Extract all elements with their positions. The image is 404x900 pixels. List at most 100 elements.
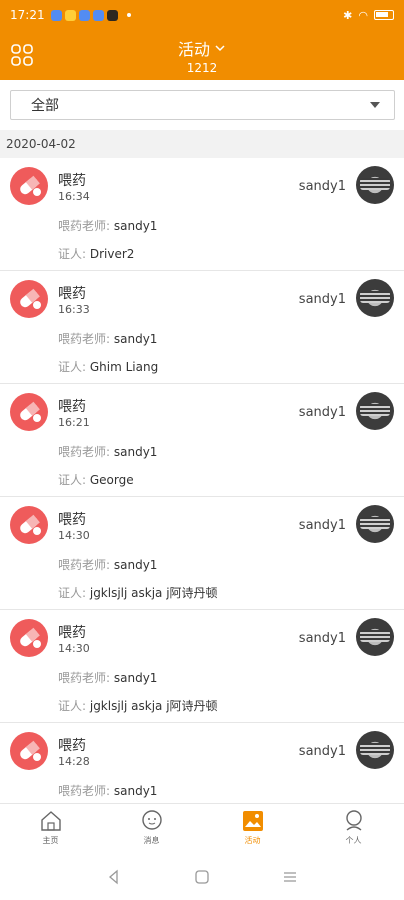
entry-time: 16:34 [58, 190, 90, 203]
tab-profile-label: 个人 [345, 836, 362, 845]
avatar[interactable] [356, 166, 394, 204]
tab-activity-label: 活动 [244, 836, 261, 845]
app-notification-icon [64, 9, 76, 21]
app-notification-icon [92, 9, 104, 21]
teacher-label: 喂药老师: [58, 445, 114, 459]
entry-user-name: sandy1 [298, 631, 346, 646]
avatar[interactable] [356, 505, 394, 543]
tab-messages[interactable]: 消息 [101, 804, 202, 853]
avatar[interactable] [356, 618, 394, 656]
recent-apps-icon[interactable] [281, 868, 299, 886]
teacher-value: sandy1 [113, 445, 158, 459]
app-notification-icon [78, 9, 90, 21]
tab-home[interactable]: 主页 [0, 804, 101, 853]
witness-value: jgklsjlj askja j阿诗丹顿 [89, 586, 218, 600]
dropdown-caret-icon [370, 102, 380, 108]
medicine-pill-icon [10, 619, 48, 657]
witness-line: 证人: Ghim Liang [58, 358, 158, 375]
teacher-line: 喂药老师: sandy1 [58, 782, 157, 799]
bottom-tab-bar: 主页 消息 活动 个人 [0, 803, 404, 853]
entry-user-name: sandy1 [298, 179, 346, 194]
entry-title: 喂药 [58, 286, 86, 302]
entry-time: 14:30 [58, 529, 90, 542]
filter-select[interactable]: 全部 [10, 90, 395, 120]
avatar[interactable] [356, 392, 394, 430]
list-item[interactable]: 喂药 14:28 sandy1 喂药老师: sandy1 [0, 723, 404, 803]
teacher-line: 喂药老师: sandy1 [58, 443, 157, 460]
entry-title: 喂药 [58, 738, 86, 754]
message-icon [141, 810, 162, 830]
tab-home-label: 主页 [42, 836, 59, 845]
list-item[interactable]: 喂药 16:34 sandy1 喂药老师: sandy1 证人: Driver2 [0, 158, 404, 271]
profile-icon [345, 810, 362, 831]
battery-icon [374, 10, 394, 20]
witness-value: George [89, 473, 134, 487]
page-title: 活动 [177, 40, 210, 59]
witness-label: 证人: [58, 699, 90, 713]
witness-line: 证人: Driver2 [58, 245, 134, 262]
teacher-label: 喂药老师: [58, 558, 114, 572]
teacher-line: 喂药老师: sandy1 [58, 669, 157, 686]
entry-title: 喂药 [58, 512, 86, 528]
teacher-value: sandy1 [113, 784, 158, 798]
home-button-icon[interactable] [193, 868, 211, 886]
date-header: 2020-04-02 [0, 130, 404, 158]
filter-selected-value: 全部 [31, 98, 59, 114]
teacher-value: sandy1 [113, 558, 158, 572]
header-title-area[interactable]: 活动 1212 [0, 36, 404, 75]
avatar[interactable] [356, 731, 394, 769]
bluetooth-icon: ✱ [343, 8, 353, 22]
witness-line: 证人: jgklsjlj askja j阿诗丹顿 [58, 697, 218, 714]
witness-value: jgklsjlj askja j阿诗丹顿 [89, 699, 218, 713]
teacher-label: 喂药老师: [58, 332, 114, 346]
medicine-pill-icon [10, 280, 48, 318]
medicine-pill-icon [10, 732, 48, 770]
avatar[interactable] [356, 279, 394, 317]
wifi-icon: ◠ [358, 8, 368, 22]
system-indicators: ✱ ◠ [343, 9, 394, 22]
entry-user-name: sandy1 [298, 518, 346, 533]
more-notifications-icon [126, 13, 131, 17]
list-item[interactable]: 喂药 16:21 sandy1 喂药老师: sandy1 证人: George [0, 384, 404, 497]
medicine-pill-icon [10, 167, 48, 205]
witness-label: 证人: [58, 473, 90, 487]
teacher-line: 喂药老师: sandy1 [58, 217, 157, 234]
back-icon[interactable] [105, 868, 123, 886]
tab-profile[interactable]: 个人 [303, 804, 404, 853]
list-item[interactable]: 喂药 16:33 sandy1 喂药老师: sandy1 证人: Ghim Li… [0, 271, 404, 384]
system-nav-bar [0, 853, 404, 900]
home-icon [40, 811, 61, 831]
teacher-line: 喂药老师: sandy1 [58, 330, 157, 347]
page-title-dropdown[interactable]: 活动 [178, 36, 226, 60]
witness-line: 证人: jgklsjlj askja j阿诗丹顿 [58, 584, 218, 601]
notification-icons [50, 9, 131, 21]
entry-time: 16:21 [58, 416, 90, 429]
entry-time: 16:33 [58, 303, 90, 316]
status-bar: 17:21 ✱ ◠ [0, 0, 404, 30]
medicine-pill-icon [10, 393, 48, 431]
list-item[interactable]: 喂药 14:30 sandy1 喂药老师: sandy1 证人: jgklsjl… [0, 497, 404, 610]
teacher-value: sandy1 [113, 671, 158, 685]
tab-messages-label: 消息 [143, 836, 160, 845]
list-item[interactable]: 喂药 14:30 sandy1 喂药老师: sandy1 证人: jgklsjl… [0, 610, 404, 723]
activity-list[interactable]: 喂药 16:34 sandy1 喂药老师: sandy1 证人: Driver2… [0, 158, 404, 803]
tiktok-icon [106, 9, 118, 21]
medicine-pill-icon [10, 506, 48, 544]
entry-user-name: sandy1 [298, 292, 346, 307]
page-subtitle: 1212 [186, 61, 218, 75]
status-time: 17:21 [10, 8, 45, 22]
teacher-value: sandy1 [113, 332, 158, 346]
entry-title: 喂药 [58, 625, 86, 641]
app-header: 活动 1212 [0, 30, 404, 80]
entry-user-name: sandy1 [298, 405, 346, 420]
entry-title: 喂药 [58, 173, 86, 189]
witness-value: Driver2 [89, 247, 135, 261]
activity-icon [242, 811, 263, 831]
entry-time: 14:28 [58, 755, 90, 768]
tab-activity[interactable]: 活动 [202, 804, 303, 853]
witness-value: Ghim Liang [89, 360, 159, 374]
app-notification-icon [50, 9, 62, 21]
entry-user-name: sandy1 [298, 744, 346, 759]
teacher-label: 喂药老师: [58, 219, 114, 233]
teacher-line: 喂药老师: sandy1 [58, 556, 157, 573]
